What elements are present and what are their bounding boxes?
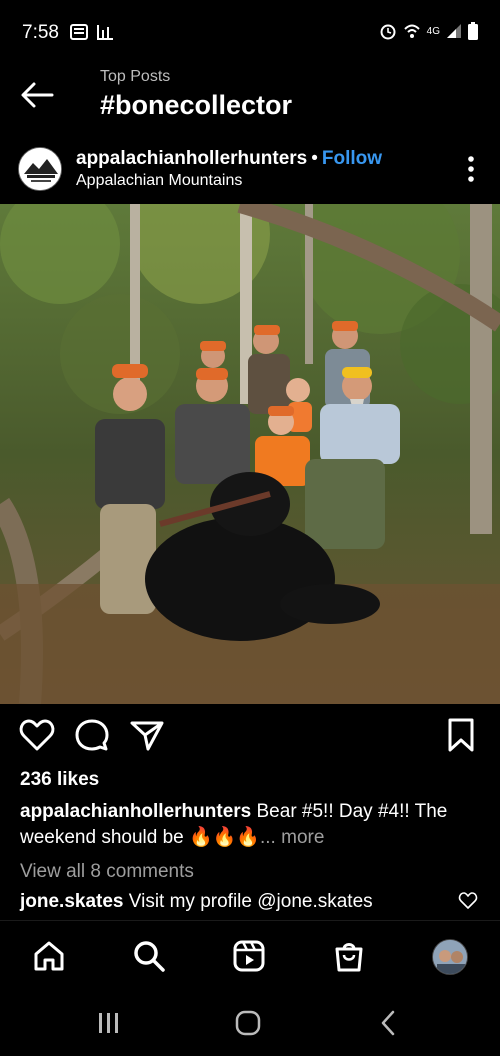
- page-title: #bonecollector: [100, 90, 293, 120]
- back-button-icon[interactable]: [374, 1008, 404, 1038]
- post-photo[interactable]: [0, 204, 500, 704]
- page-header: Top Posts #bonecollector: [0, 60, 500, 140]
- post-actions: [0, 716, 500, 760]
- home-icon[interactable]: [32, 939, 66, 973]
- search-icon[interactable]: [132, 939, 166, 973]
- like-count[interactable]: 236 likes: [20, 769, 99, 791]
- home-button-icon[interactable]: [233, 1008, 263, 1038]
- post-location[interactable]: Appalachian Mountains: [76, 172, 242, 190]
- logo-icon: [19, 148, 61, 190]
- post-caption: appalachianhollerhunters Bear #5!! Day #…: [20, 799, 482, 851]
- news-icon: [70, 24, 88, 40]
- hunting-photo-illustration: [0, 204, 500, 704]
- post-username[interactable]: appalachianhollerhunters: [76, 148, 307, 170]
- comment-row: jone.skates Visit my profile @jone.skate…: [20, 891, 373, 913]
- back-arrow-icon[interactable]: [18, 80, 58, 110]
- comment-icon[interactable]: [73, 716, 111, 754]
- view-comments-link[interactable]: View all 8 comments: [20, 861, 194, 883]
- follow-button[interactable]: Follow: [322, 148, 382, 170]
- battery-icon: [468, 22, 478, 40]
- comment-like-heart-icon[interactable]: [458, 891, 478, 911]
- reels-icon[interactable]: [232, 939, 266, 973]
- recent-apps-icon[interactable]: [94, 1008, 124, 1038]
- network-label: 4G: [426, 25, 440, 37]
- comment-text: Visit my profile @jone.skates: [123, 891, 373, 912]
- status-time: 7:58: [22, 22, 59, 43]
- like-heart-icon[interactable]: [18, 716, 56, 754]
- comment-username[interactable]: jone.skates: [20, 891, 124, 912]
- caption-username[interactable]: appalachianhollerhunters: [20, 801, 251, 822]
- wifi-icon: [403, 24, 420, 38]
- profile-avatar[interactable]: [432, 939, 468, 975]
- caption-more-link[interactable]: ... more: [260, 827, 324, 848]
- stats-icon: [97, 25, 113, 40]
- separator-dot: •: [311, 148, 318, 169]
- more-options-icon[interactable]: [466, 154, 476, 184]
- profile-photo-icon: [433, 940, 467, 974]
- share-send-icon[interactable]: [128, 716, 166, 754]
- header-subtitle: Top Posts: [100, 68, 171, 85]
- avatar[interactable]: [18, 147, 62, 191]
- alarm-icon: [380, 24, 396, 40]
- signal-icon: [447, 24, 461, 38]
- bottom-navigation: [0, 920, 500, 994]
- save-bookmark-icon[interactable]: [442, 716, 480, 754]
- shop-bag-icon[interactable]: [332, 939, 366, 973]
- status-bar: 7:58 4G: [0, 0, 500, 60]
- system-navigation: [0, 994, 500, 1056]
- post-header: appalachianhollerhunters • Follow Appala…: [0, 140, 500, 202]
